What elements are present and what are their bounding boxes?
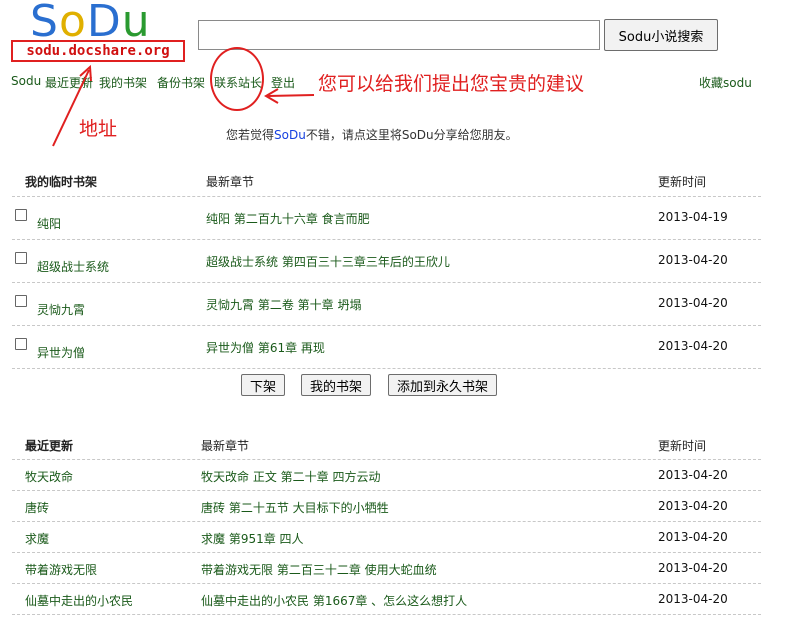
- temp-shelf-book-title[interactable]: 超级战士系统: [37, 258, 109, 275]
- share-prompt[interactable]: 您若觉得SoDu不错，请点这里将SoDu分享给您朋友。: [226, 126, 518, 143]
- recent-book-title[interactable]: 唐砖: [25, 499, 49, 516]
- add-to-permanent-shelf-button[interactable]: 添加到永久书架: [388, 374, 498, 396]
- row-divider: [12, 521, 761, 522]
- row-divider: [12, 282, 761, 283]
- row-divider: [12, 490, 761, 491]
- recent-header-time: 更新时间: [658, 439, 707, 453]
- temp-shelf-chapter-link[interactable]: 灵恸九霄 第二卷 第十章 坍塌: [206, 296, 361, 313]
- temp-shelf-date: 2013-04-20: [658, 253, 728, 267]
- recent-book-title[interactable]: 求魔: [25, 530, 49, 547]
- temp-shelf-chapter-link[interactable]: 超级战士系统 第四百三十三章三年后的王欣儿: [206, 253, 450, 270]
- temp-shelf-date: 2013-04-20: [658, 296, 728, 310]
- arrow-to-address: [52, 69, 90, 147]
- share-brand: SoDu: [274, 128, 306, 142]
- recent-date: 2013-04-20: [658, 499, 728, 513]
- temp-shelf-chapter-link[interactable]: 异世为僧 第61章 再现: [206, 339, 325, 356]
- recent-chapter-link[interactable]: 求魔 第951章 四人: [201, 530, 304, 547]
- row-checkbox[interactable]: [15, 295, 27, 307]
- share-suffix: 不错，请点这里将SoDu分享给您朋友。: [305, 128, 518, 142]
- recent-date: 2013-04-20: [658, 468, 728, 482]
- temp-shelf-header-time: 更新时间: [658, 175, 707, 189]
- temp-shelf-book-title[interactable]: 纯阳: [37, 215, 61, 232]
- temp-shelf-date: 2013-04-19: [658, 210, 728, 224]
- recent-chapter-link[interactable]: 带着游戏无限 第二百三十二章 使用大蛇血统: [201, 561, 437, 578]
- recent-chapter-link[interactable]: 仙墓中走出的小农民 第1667章 、怎么这么想打人: [201, 592, 467, 609]
- row-divider: [12, 583, 761, 584]
- temp-shelf-header-title: 我的临时书架: [25, 175, 98, 189]
- temp-shelf-book-title[interactable]: 灵恸九霄: [37, 301, 85, 318]
- my-shelf-button[interactable]: 我的书架: [301, 374, 372, 396]
- row-checkbox[interactable]: [15, 209, 27, 221]
- recent-book-title[interactable]: 牧天改命: [25, 468, 73, 485]
- annotation-arrows: [52, 64, 315, 147]
- arrow-to-contact: [267, 94, 315, 97]
- remove-from-shelf-button[interactable]: 下架: [241, 374, 286, 396]
- recent-book-title[interactable]: 仙墓中走出的小农民: [25, 592, 133, 609]
- row-divider: [12, 239, 761, 240]
- recent-header-chapter: 最新章节: [201, 439, 250, 453]
- share-prefix: 您若觉得: [226, 128, 275, 142]
- row-divider: [12, 552, 761, 553]
- row-divider: [12, 368, 761, 369]
- recent-book-title[interactable]: 带着游戏无限: [25, 561, 97, 578]
- recent-chapter-link[interactable]: 牧天改命 正文 第二十章 四方云动: [201, 468, 380, 485]
- recent-date: 2013-04-20: [658, 592, 728, 606]
- temp-shelf-chapter-link[interactable]: 纯阳 第二百九十六章 食言而肥: [206, 210, 370, 227]
- recent-header-title: 最近更新: [25, 439, 74, 453]
- row-divider: [12, 325, 761, 326]
- recent-date: 2013-04-20: [658, 530, 728, 544]
- row-divider: [12, 614, 761, 615]
- row-divider: [12, 459, 761, 460]
- recent-date: 2013-04-20: [658, 561, 728, 575]
- row-checkbox[interactable]: [15, 338, 27, 350]
- temp-shelf-book-title[interactable]: 异世为僧: [37, 344, 85, 361]
- recent-chapter-link[interactable]: 唐砖 第二十五节 大目标下的小牺牲: [201, 499, 389, 516]
- row-checkbox[interactable]: [15, 252, 27, 264]
- temp-shelf-header-chapter: 最新章节: [206, 175, 255, 189]
- temp-shelf-date: 2013-04-20: [658, 339, 728, 353]
- row-divider: [12, 196, 761, 197]
